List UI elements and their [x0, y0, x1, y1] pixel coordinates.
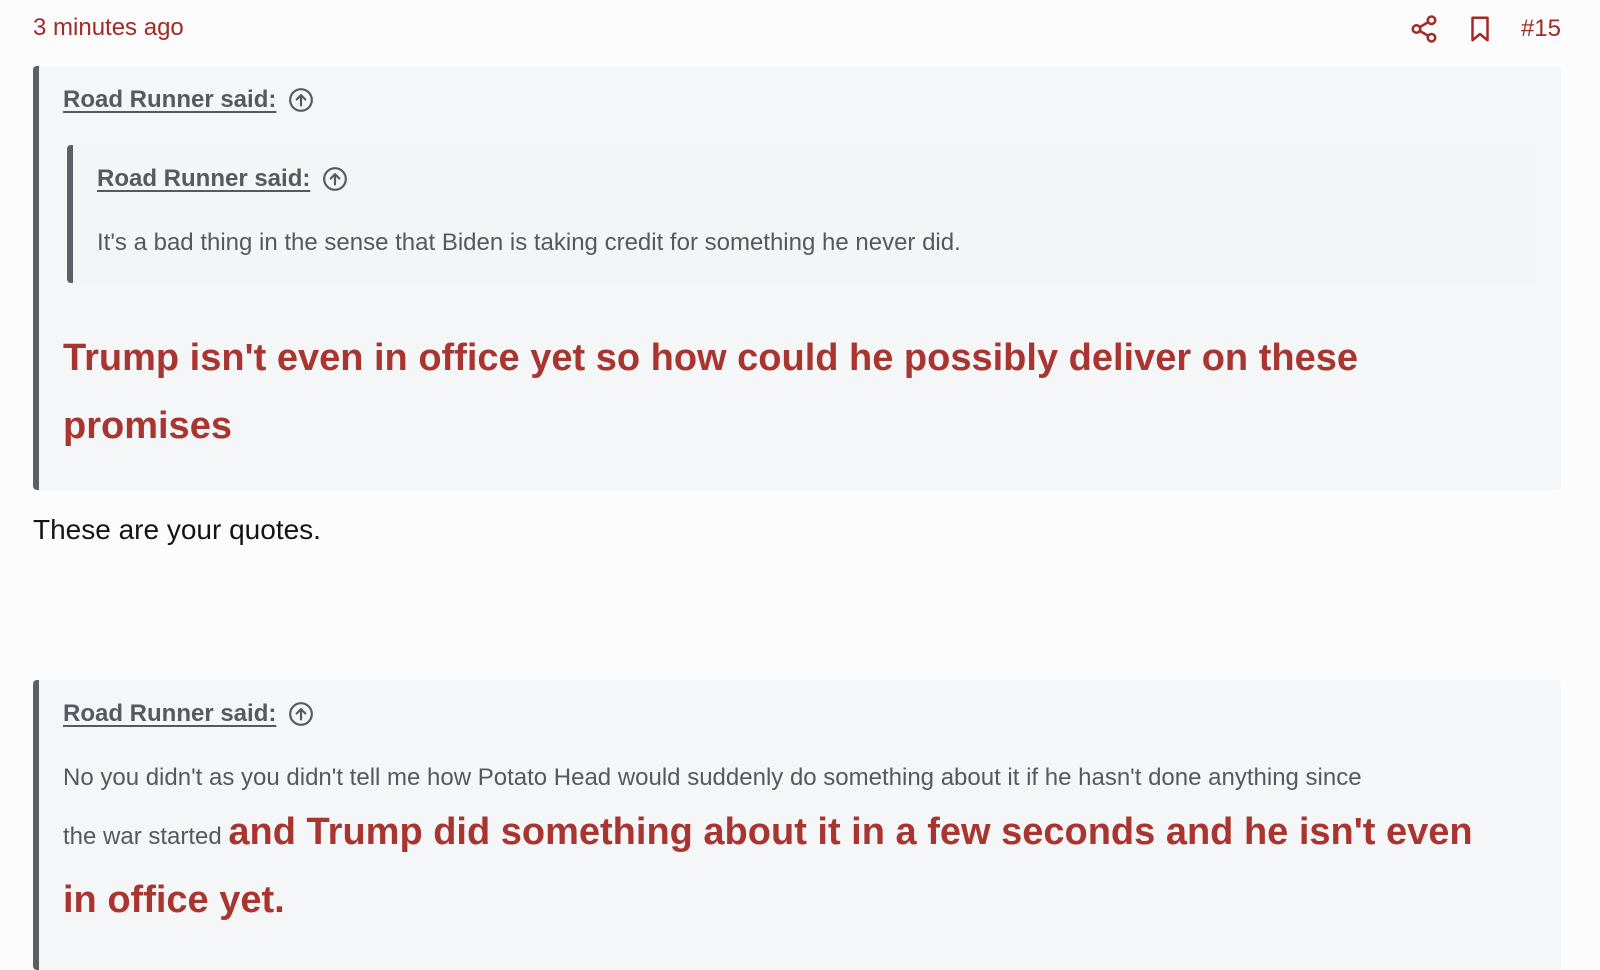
- quote-attribution: Road Runner said:: [63, 86, 314, 114]
- jump-to-quote-icon[interactable]: [288, 87, 314, 113]
- quote-2-emphasis-line-3: in office yet.: [63, 879, 285, 921]
- quote-attribution-2: Road Runner said:: [63, 700, 314, 728]
- nested-quote-attribution: Road Runner said:: [97, 165, 348, 193]
- nested-quote-author-link[interactable]: Road Runner said:: [97, 165, 310, 193]
- quote-emphasis-line-1: Trump isn't even in office yet so how co…: [63, 337, 1358, 379]
- quote-block-1: Road Runner said: Road Runner said: It's…: [33, 66, 1561, 490]
- quote-2-text-line-1: No you didn't as you didn't tell me how …: [63, 764, 1362, 791]
- bookmark-icon[interactable]: [1465, 14, 1495, 44]
- post-actions: #15: [1409, 12, 1561, 46]
- jump-to-nested-quote-icon[interactable]: [322, 166, 348, 192]
- nested-quote-text: It's a bad thing in the sense that Biden…: [97, 229, 961, 256]
- quote-emphasis-line-2: promises: [63, 405, 232, 447]
- post-header: 3 minutes ago #15: [33, 12, 1561, 46]
- reply-text: These are your quotes.: [33, 514, 321, 545]
- quote-2-text-line-2: the war started and Trump did something …: [63, 810, 1473, 856]
- quote-2-emphasis-text: and Trump did something about it in a fe…: [228, 811, 1473, 853]
- share-icon[interactable]: [1409, 14, 1439, 44]
- quote-block-2: Road Runner said: No you didn't as you d…: [33, 680, 1561, 970]
- post-timestamp-link[interactable]: 3 minutes ago: [33, 14, 184, 42]
- quote-author-link[interactable]: Road Runner said:: [63, 86, 276, 114]
- quote-2-plain-text: the war started: [63, 823, 222, 850]
- nested-quote-block: Road Runner said: It's a bad thing in th…: [67, 145, 1537, 283]
- jump-to-quote-icon-2[interactable]: [288, 701, 314, 727]
- post-number-link[interactable]: #15: [1521, 15, 1561, 43]
- quote-author-link-2[interactable]: Road Runner said:: [63, 700, 276, 728]
